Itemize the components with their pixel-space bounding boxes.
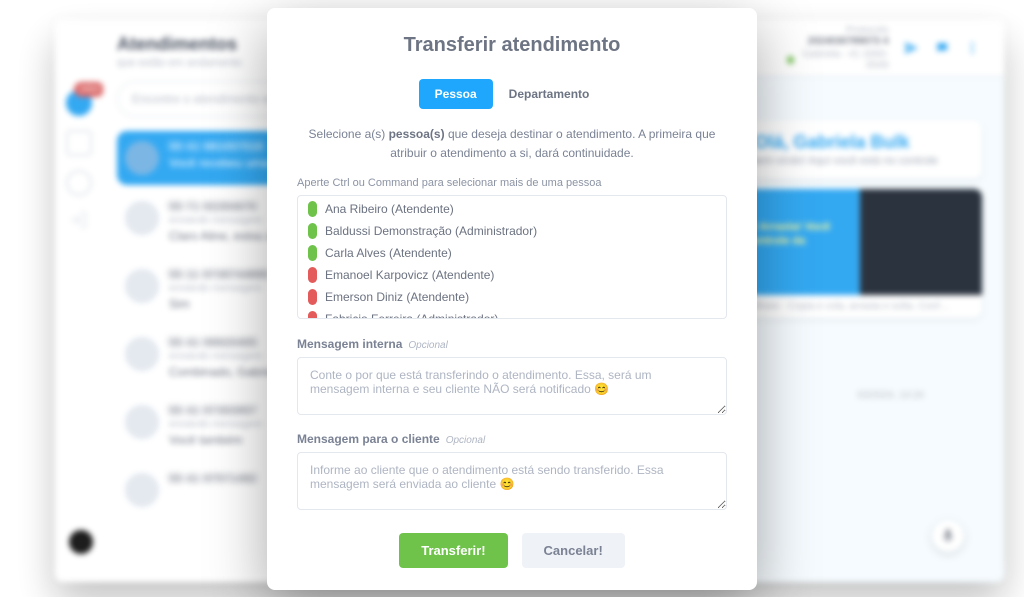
person-option[interactable]: Baldussi Demonstração (Administrador) <box>298 220 726 242</box>
avatar <box>125 269 159 303</box>
person-option[interactable]: Ana Ribeiro (Atendente) <box>298 198 726 220</box>
avatar <box>125 201 159 235</box>
person-option[interactable]: Emerson Diniz (Atendente) <box>298 286 726 308</box>
cancel-button[interactable]: Cancelar! <box>522 533 625 568</box>
tab-department[interactable]: Departamento <box>493 79 606 109</box>
inbox-rail-icon[interactable]: 2454 <box>66 90 92 116</box>
presence-pill-icon <box>308 201 317 217</box>
rail-icon[interactable] <box>66 170 92 196</box>
multiselect-hint: Aperte Ctrl ou Command para selecionar m… <box>297 177 727 189</box>
inbox-count-badge: 2454 <box>74 82 104 97</box>
rail-exit-icon[interactable] <box>68 210 90 232</box>
avatar <box>125 141 159 175</box>
people-listbox[interactable]: Ana Ribeiro (Atendente)Baldussi Demonstr… <box>297 195 727 319</box>
protocol-block: Protocolo 2024030789073 4 Gabriela - 41 … <box>787 25 888 71</box>
status-fab[interactable] <box>69 530 93 554</box>
chat-icon[interactable] <box>935 39 950 57</box>
presence-pill-icon <box>308 267 317 283</box>
nav-rail: 2454 <box>55 20 104 582</box>
avatar <box>125 337 159 371</box>
tab-person[interactable]: Pessoa <box>419 79 493 109</box>
client-msg-input[interactable] <box>297 452 727 510</box>
presence-pill-icon <box>308 245 317 261</box>
person-option[interactable]: Emanoel Karpovicz (Atendente) <box>298 264 726 286</box>
date-chip: 03/2024, 14:24 <box>857 390 924 401</box>
transfer-modal: Transferir atendimento Pessoa Departamen… <box>267 8 757 590</box>
send-icon[interactable] <box>904 39 919 57</box>
modal-title: Transferir atendimento <box>297 34 727 57</box>
more-icon[interactable] <box>965 39 980 57</box>
modal-tabs: Pessoa Departamento <box>297 79 727 109</box>
client-msg-label: Mensagem para o clienteOpcional <box>297 432 727 446</box>
person-option[interactable]: Fabricio Ferreira (Administrador) <box>298 308 726 319</box>
presence-pill-icon <box>308 223 317 239</box>
presence-pill-icon <box>308 289 317 305</box>
modal-instruction: Selecione a(s) pessoa(s) que deseja dest… <box>297 125 727 163</box>
transfer-button[interactable]: Transferir! <box>399 533 507 568</box>
internal-msg-input[interactable] <box>297 357 727 415</box>
online-dot-icon <box>787 56 794 64</box>
presence-pill-icon <box>308 311 317 319</box>
internal-msg-label: Mensagem internaOpcional <box>297 337 727 351</box>
person-option[interactable]: Carla Alves (Atendente) <box>298 242 726 264</box>
rail-icon[interactable] <box>66 130 92 156</box>
mic-button[interactable] <box>932 520 964 552</box>
avatar <box>125 473 159 507</box>
modal-actions: Transferir! Cancelar! <box>297 533 727 568</box>
avatar <box>125 405 159 439</box>
